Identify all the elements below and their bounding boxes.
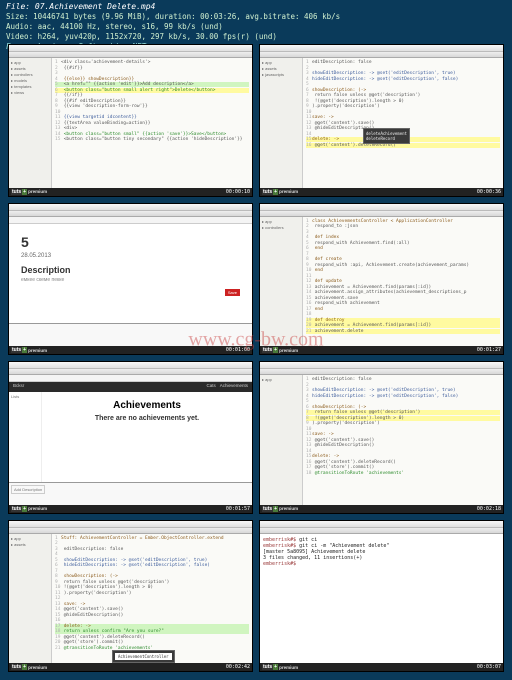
code-editor: 1Stuff: AchievementController = Ember.Ob…: [52, 534, 252, 672]
file-sidebar: ▸ app▸ assets▸ controllers▸ models▸ temp…: [9, 58, 52, 196]
tutsplus-logo: tuts+premium: [262, 347, 298, 353]
thumbnail-grid: ▸ app▸ assets▸ controllers▸ models▸ temp…: [8, 44, 504, 672]
thumbnail-8: emberrisk#$ git ci emberrisk#$ git ci -m…: [259, 520, 504, 673]
tutsplus-logo: tuts+premium: [262, 189, 298, 195]
tutsplus-logo: tuts+premium: [11, 347, 47, 353]
mac-menubar: [9, 204, 252, 211]
terminal[interactable]: emberrisk#$ git ci emberrisk#$ git ci -m…: [260, 534, 503, 672]
timestamp: 00:01:00: [226, 347, 250, 353]
timestamp: 00:01:57: [226, 506, 250, 512]
tutsplus-logo: tuts+premium: [11, 506, 47, 512]
code-editor: 1class AchievementsController < Applicat…: [303, 217, 503, 355]
tutsplus-logo: tuts+premium: [11, 664, 47, 670]
tutsplus-logo: tuts+premium: [262, 664, 298, 670]
file-sidebar: ▸ app▸ assets▸ javascripts: [260, 58, 303, 196]
url-bar[interactable]: [9, 217, 252, 224]
timestamp: 00:03:07: [477, 664, 501, 670]
autocomplete-popup[interactable]: AchievementController: [112, 650, 175, 663]
code-editor: 1editDescription: false 2 3showEditDescr…: [303, 375, 503, 513]
thumbnail-7: ▸ app▸ assets 1Stuff: AchievementControl…: [8, 520, 253, 673]
autocomplete-popup[interactable]: deleteAchievement deleteRecord: [363, 128, 410, 144]
mac-menubar: [9, 521, 252, 528]
save-button[interactable]: Save: [225, 289, 240, 296]
mac-menubar: [260, 45, 503, 52]
code-editor: 1<div class='achievement-details'> 2 {{#…: [52, 58, 252, 196]
nav-brand: Bcksr: [13, 383, 24, 391]
thumbnail-4: ▸ app▸ controllers 1class AchievementsCo…: [259, 203, 504, 356]
thumbnail-6: ▸ app 1editDescription: false 2 3showEdi…: [259, 361, 504, 514]
mac-menubar: [260, 204, 503, 211]
empty-message: There are no achievements yet.: [42, 415, 252, 422]
achievement-number: 5: [21, 234, 240, 250]
mac-menubar: [9, 362, 252, 369]
tutsplus-logo: tuts+premium: [262, 506, 298, 512]
app-navbar: Bcksr CatsAchievements: [9, 382, 252, 392]
page-content: 5 28.05.2013 Description емкее скеме пек…: [9, 224, 252, 324]
nav-sidebar: Lists: [9, 392, 42, 482]
timestamp: 00:02:18: [477, 506, 501, 512]
mac-menubar: [260, 521, 503, 528]
file-sidebar: ▸ app▸ controllers: [260, 217, 303, 355]
url-bar[interactable]: [9, 375, 252, 382]
timestamp: 00:00:10: [226, 189, 250, 195]
thumbnail-1: ▸ app▸ assets▸ controllers▸ models▸ temp…: [8, 44, 253, 197]
timestamp: 00:01:27: [477, 347, 501, 353]
tutsplus-logo: tuts+premium: [11, 189, 47, 195]
thumbnail-2: ▸ app▸ assets▸ javascripts 1editDescript…: [259, 44, 504, 197]
thumbnail-5: Bcksr CatsAchievements Lists Achievement…: [8, 361, 253, 514]
thumbnail-3: 5 28.05.2013 Description емкее скеме пек…: [8, 203, 253, 356]
mac-menubar: [260, 362, 503, 369]
file-sidebar: ▸ app▸ assets: [9, 534, 52, 672]
description-heading: Description: [21, 265, 240, 275]
timestamp: 00:00:36: [477, 189, 501, 195]
achievement-date: 28.05.2013: [21, 253, 240, 259]
file-sidebar: ▸ app: [260, 375, 303, 513]
timestamp: 00:02:42: [226, 664, 250, 670]
code-editor: 1editDescription: false 2 3showEditDescr…: [303, 58, 503, 196]
description-text: емкее скеме пекке: [21, 277, 240, 283]
mac-menubar: [9, 45, 252, 52]
achievements-heading: Achievements: [42, 400, 252, 411]
